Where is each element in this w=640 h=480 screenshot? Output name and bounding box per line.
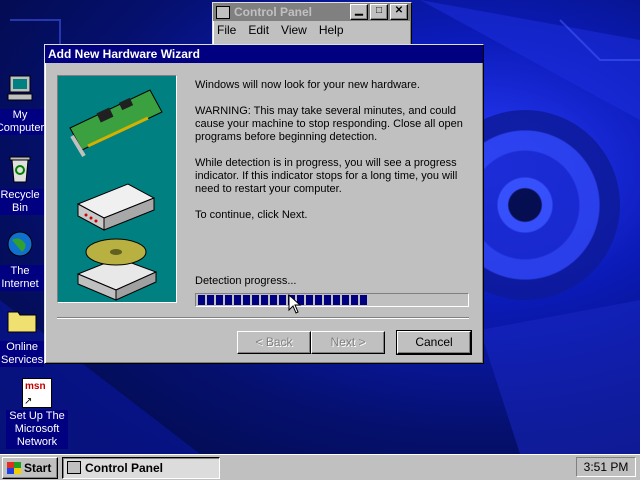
progress-segment [270,295,277,305]
desktop-icon-label: My Computer [0,109,50,135]
wizard-intro-text: Windows will now look for your new hardw… [195,79,420,91]
progress-segment [216,295,223,305]
msn-logo-text: msn [25,381,46,392]
progress-segment [252,295,259,305]
maximize-button[interactable]: □ [370,4,388,20]
msn-icon: msn ↗ [22,378,52,408]
taskbar: Start Control Panel 3:51 PM [0,454,640,480]
wizard-continue-text: To continue, click Next. [195,209,308,221]
mouse-cursor-icon [288,294,302,314]
globe-icon [7,231,33,257]
back-button[interactable]: < Back [237,331,311,354]
hard-drive-icon [76,238,158,301]
start-label: Start [24,461,52,475]
progress-segment [279,295,286,305]
progress-segment [351,295,358,305]
expansion-card-icon [69,89,163,158]
control-panel-title: Control Panel [234,5,313,19]
progress-segment [306,295,313,305]
close-button[interactable]: ✕ [390,4,408,20]
menu-help[interactable]: Help [319,23,344,37]
progress-segment [324,295,331,305]
progress-segment [342,295,349,305]
desktop-icon-label: Recycle Bin [0,189,50,215]
desktop-icon-my-computer[interactable]: My Computer [0,72,50,135]
windows-logo-icon [7,462,21,474]
desktop-icon-recycle-bin[interactable]: Recycle Bin [0,152,50,215]
control-panel-window[interactable]: Control Panel ▁ □ ✕ File Edit View Help [212,2,412,48]
progress-segment [360,295,367,305]
control-panel-titlebar[interactable]: Control Panel ▁ □ ✕ [213,3,411,21]
wizard-title: Add New Hardware Wizard [48,47,200,61]
detection-progress-bar [195,293,469,307]
folder-icon [7,311,37,333]
wizard-detection-info-text: While detection is in progress, you will… [195,157,458,195]
desktop-icon-label: The Internet [0,265,50,291]
progress-label: Detection progress... [195,275,297,287]
progress-segment [198,295,205,305]
wizard-titlebar[interactable]: Add New Hardware Wizard [45,45,483,63]
system-tray-clock[interactable]: 3:51 PM [576,457,636,477]
progress-segment [333,295,340,305]
next-button[interactable]: Next > [311,331,385,354]
desktop-icon-online-services[interactable]: Online Services [0,304,45,367]
progress-segment [207,295,214,305]
cancel-button[interactable]: Cancel [396,330,472,355]
desktop-icon-label: Set Up The Microsoft Network [6,410,68,449]
taskbar-button-label: Control Panel [85,461,164,475]
progress-segment [261,295,268,305]
wizard-window[interactable]: Add New Hardware Wizard Windows will now… [44,44,484,364]
desktop-icon-label: Online Services [0,341,45,367]
menu-view[interactable]: View [281,23,307,37]
control-panel-icon [216,5,230,19]
recycle-bin-icon [9,156,31,183]
wizard-warning-text: WARNING: This may take several minutes, … [195,105,463,143]
menu-edit[interactable]: Edit [248,23,269,37]
hardware-illustration [69,89,163,301]
progress-segment [234,295,241,305]
progress-segment [225,295,232,305]
control-panel-task-icon [67,461,81,474]
desktop-icon-the-internet[interactable]: The Internet [0,228,50,291]
minimize-button[interactable]: ▁ [350,4,368,20]
progress-segment [243,295,250,305]
desktop-icon-msn[interactable]: msn ↗ Set Up The Microsoft Network [6,378,68,449]
start-button[interactable]: Start [2,457,58,479]
wizard-divider [57,317,469,319]
taskbar-button-control-panel[interactable]: Control Panel [62,457,220,479]
shortcut-arrow-icon: ↗ [24,396,33,407]
menu-file[interactable]: File [217,23,236,37]
wizard-illustration [57,75,177,303]
modem-icon [76,183,156,231]
progress-segment [315,295,322,305]
computer-icon [7,75,33,101]
control-panel-menubar: File Edit View Help [213,21,411,39]
